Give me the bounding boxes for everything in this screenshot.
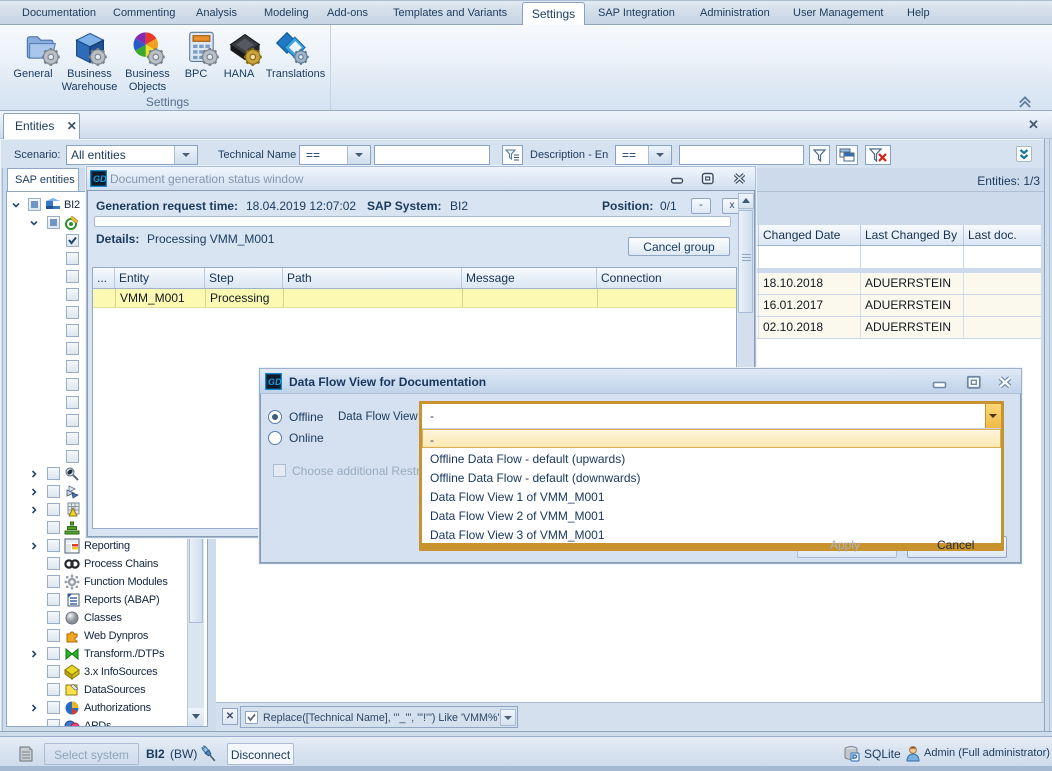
svg-text:GD: GD	[93, 174, 107, 184]
svg-text:GD: GD	[268, 377, 282, 387]
